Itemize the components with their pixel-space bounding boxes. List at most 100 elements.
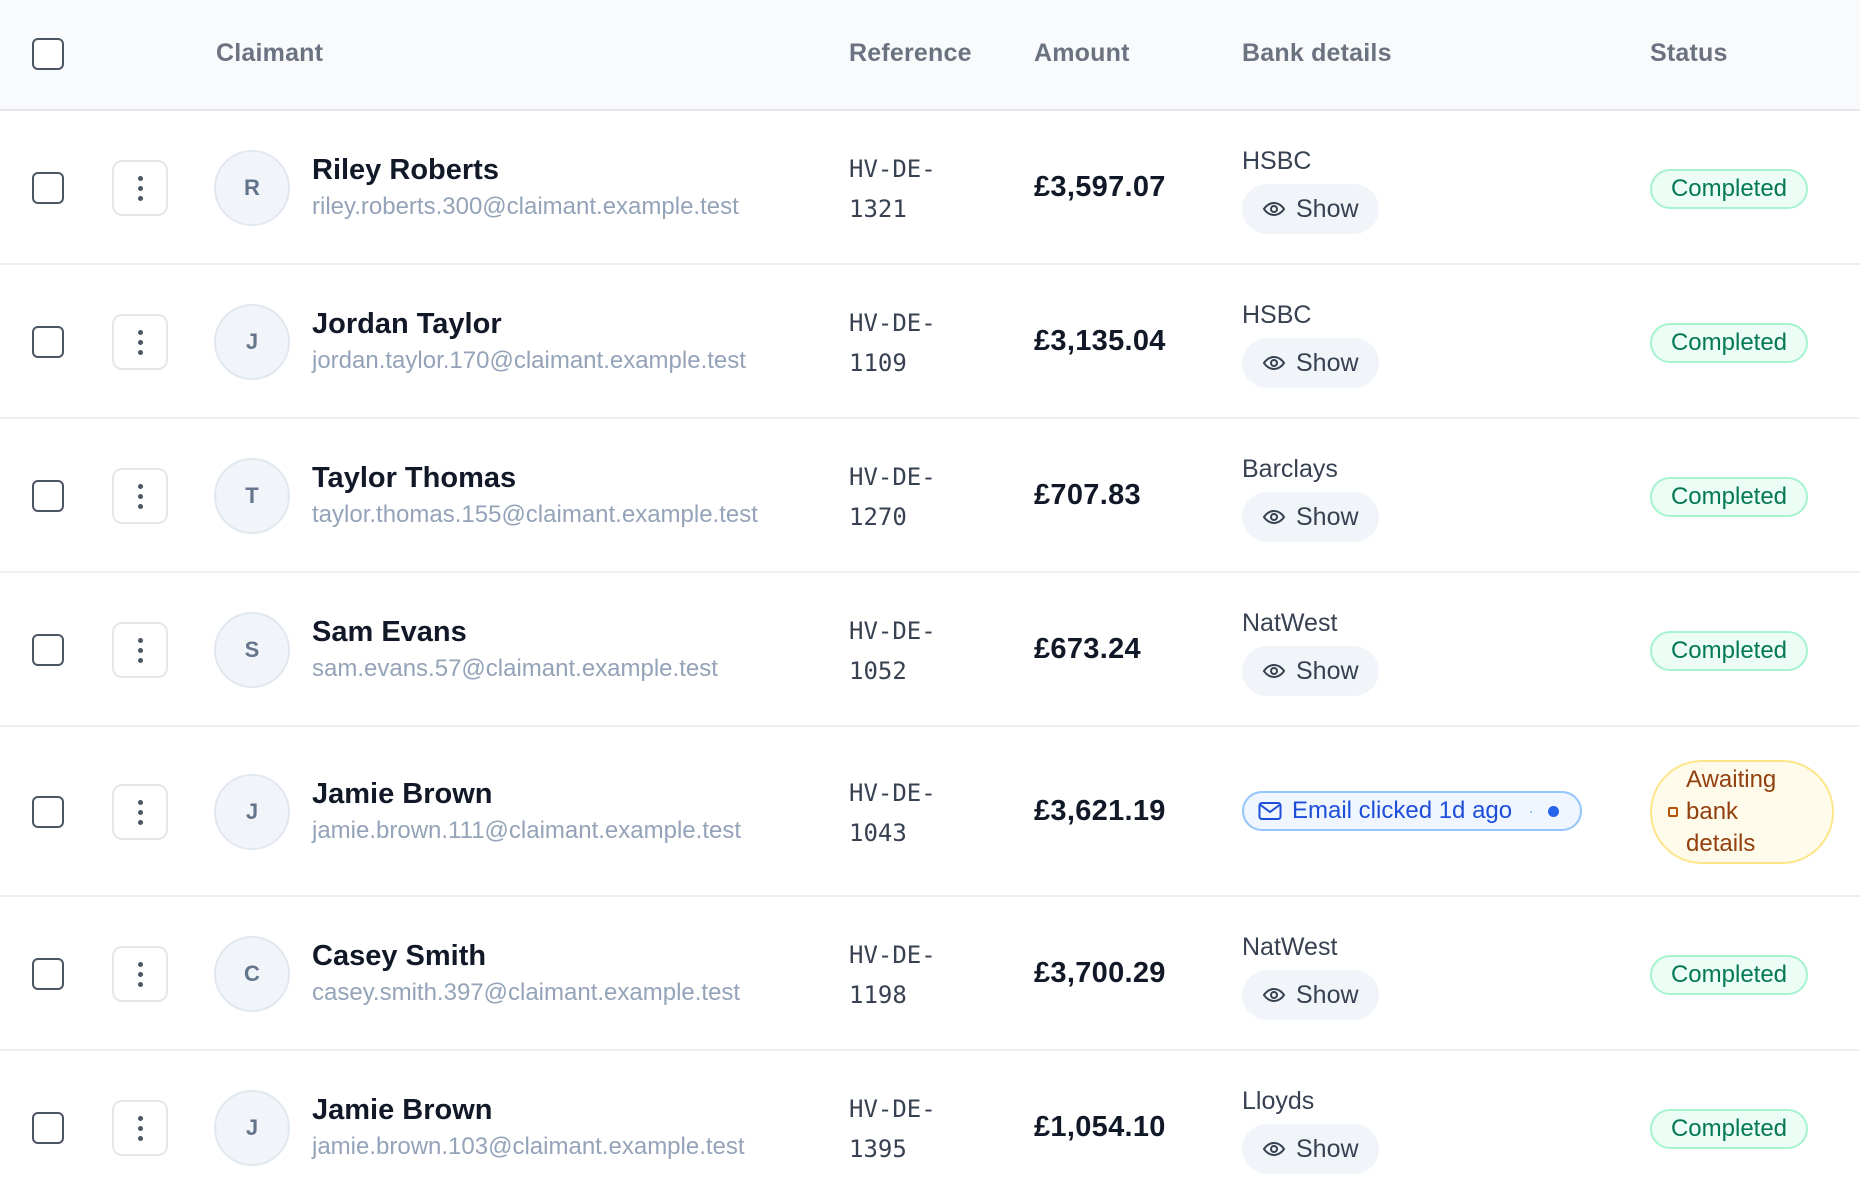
table-row[interactable]: C Casey Smith casey.smith.397@claimant.e… <box>0 897 1860 1051</box>
claimant-email: sam.evans.57@claimant.example.test <box>312 655 718 682</box>
claimant-email: casey.smith.397@claimant.example.test <box>312 979 741 1006</box>
row-actions-button[interactable] <box>112 160 168 216</box>
avatar: R <box>214 150 290 226</box>
table-row[interactable]: J Jamie Brown jamie.brown.111@claimant.e… <box>0 727 1860 897</box>
table-row[interactable]: J Jamie Brown jamie.brown.103@claimant.e… <box>0 1051 1860 1184</box>
show-label: Show <box>1296 656 1359 685</box>
row-actions-button[interactable] <box>112 468 168 524</box>
document-icon <box>1668 807 1678 817</box>
row-actions-button[interactable] <box>112 784 168 840</box>
table-row[interactable]: J Jordan Taylor jordan.taylor.170@claima… <box>0 265 1860 419</box>
separator-dot: · <box>1528 800 1535 821</box>
show-bank-details-button[interactable]: Show <box>1242 1124 1379 1174</box>
eye-icon <box>1262 355 1286 371</box>
status-badge: Completed <box>1650 477 1808 517</box>
eye-icon <box>1262 663 1286 679</box>
show-label: Show <box>1296 1134 1359 1163</box>
kebab-icon <box>137 175 143 181</box>
table-row[interactable]: S Sam Evans sam.evans.57@claimant.exampl… <box>0 573 1860 727</box>
amount: £673.24 <box>1034 633 1141 665</box>
kebab-icon <box>137 483 143 489</box>
show-bank-details-button[interactable]: Show <box>1242 970 1379 1020</box>
show-label: Show <box>1296 502 1359 531</box>
status-badge: Completed <box>1650 1109 1808 1149</box>
column-header-amount[interactable]: Amount <box>1034 39 1130 68</box>
row-checkbox[interactable] <box>32 172 64 204</box>
row-checkbox[interactable] <box>32 634 64 666</box>
reference: HV-DE- 1109 <box>849 309 936 377</box>
show-bank-details-button[interactable]: Show <box>1242 338 1379 388</box>
table-row[interactable]: T Taylor Thomas taylor.thomas.155@claima… <box>0 419 1860 573</box>
amount: £3,597.07 <box>1034 171 1166 203</box>
claimant-name: Jordan Taylor <box>312 308 502 340</box>
claimant-name: Riley Roberts <box>312 154 499 186</box>
select-all-checkbox[interactable] <box>32 38 64 70</box>
avatar: C <box>214 936 290 1012</box>
show-bank-details-button[interactable]: Show <box>1242 492 1379 542</box>
status-badge: Completed <box>1650 323 1808 363</box>
claimant-name: Jamie Brown <box>312 1094 493 1126</box>
email-status-text: Email clicked 1d ago <box>1292 797 1513 824</box>
status-text: Awaiting bank details <box>1686 766 1777 857</box>
reference: HV-DE- 1321 <box>849 155 936 223</box>
column-header-bank-details[interactable]: Bank details <box>1242 39 1392 68</box>
avatar: T <box>214 458 290 534</box>
avatar: J <box>214 1090 290 1166</box>
status-badge: Completed <box>1650 169 1808 209</box>
show-bank-details-button[interactable]: Show <box>1242 646 1379 696</box>
bank-name: HSBC <box>1242 301 1312 329</box>
avatar: J <box>214 304 290 380</box>
bank-name: NatWest <box>1242 609 1338 637</box>
column-header-reference[interactable]: Reference <box>849 39 972 68</box>
amount: £1,054.10 <box>1034 1111 1166 1143</box>
row-actions-button[interactable] <box>112 946 168 1002</box>
reference: HV-DE- 1270 <box>849 463 936 531</box>
eye-icon <box>1262 987 1286 1003</box>
kebab-icon <box>137 799 143 805</box>
row-checkbox[interactable] <box>32 796 64 828</box>
claimant-email: jordan.taylor.170@claimant.example.test <box>312 347 746 374</box>
kebab-icon <box>137 329 143 335</box>
row-actions-button[interactable] <box>112 1100 168 1156</box>
status-badge: Completed <box>1650 631 1808 671</box>
bank-name: HSBC <box>1242 147 1312 175</box>
row-actions-button[interactable] <box>112 622 168 678</box>
show-label: Show <box>1296 348 1359 377</box>
claimant-name: Casey Smith <box>312 940 487 972</box>
column-header-claimant[interactable]: Claimant <box>216 39 323 68</box>
claimant-name: Sam Evans <box>312 616 467 648</box>
claimant-email: jamie.brown.111@claimant.example.test <box>312 817 741 844</box>
claimant-name: Jamie Brown <box>312 778 493 810</box>
row-checkbox[interactable] <box>32 480 64 512</box>
avatar: J <box>214 774 290 850</box>
kebab-icon <box>137 1115 143 1121</box>
email-status-pill[interactable]: Email clicked 1d ago · <box>1242 791 1582 831</box>
reference: HV-DE- 1043 <box>849 779 936 847</box>
row-checkbox[interactable] <box>32 958 64 990</box>
row-actions-button[interactable] <box>112 314 168 370</box>
mail-icon <box>1258 802 1282 820</box>
row-checkbox[interactable] <box>32 326 64 358</box>
show-label: Show <box>1296 980 1359 1009</box>
eye-icon <box>1262 201 1286 217</box>
eye-icon <box>1262 509 1286 525</box>
kebab-icon <box>137 637 143 643</box>
table-row[interactable]: R Riley Roberts riley.roberts.300@claima… <box>0 111 1860 265</box>
column-header-status[interactable]: Status <box>1650 39 1728 68</box>
claimant-name: Taylor Thomas <box>312 462 517 494</box>
claimant-email: riley.roberts.300@claimant.example.test <box>312 193 739 220</box>
reference: HV-DE- 1052 <box>849 617 936 685</box>
show-bank-details-button[interactable]: Show <box>1242 184 1379 234</box>
amount: £3,135.04 <box>1034 325 1166 357</box>
eye-icon <box>1262 1141 1286 1157</box>
avatar: S <box>214 612 290 688</box>
kebab-icon <box>137 961 143 967</box>
claimant-email: taylor.thomas.155@claimant.example.test <box>312 501 758 528</box>
amount: £707.83 <box>1034 479 1141 511</box>
table-header: Claimant Reference Amount Bank details S… <box>0 0 1860 111</box>
reference: HV-DE- 1395 <box>849 1095 936 1163</box>
amount: £3,700.29 <box>1034 957 1166 989</box>
bank-name: Lloyds <box>1242 1087 1315 1115</box>
row-checkbox[interactable] <box>32 1112 64 1144</box>
bank-name: Barclays <box>1242 455 1338 483</box>
